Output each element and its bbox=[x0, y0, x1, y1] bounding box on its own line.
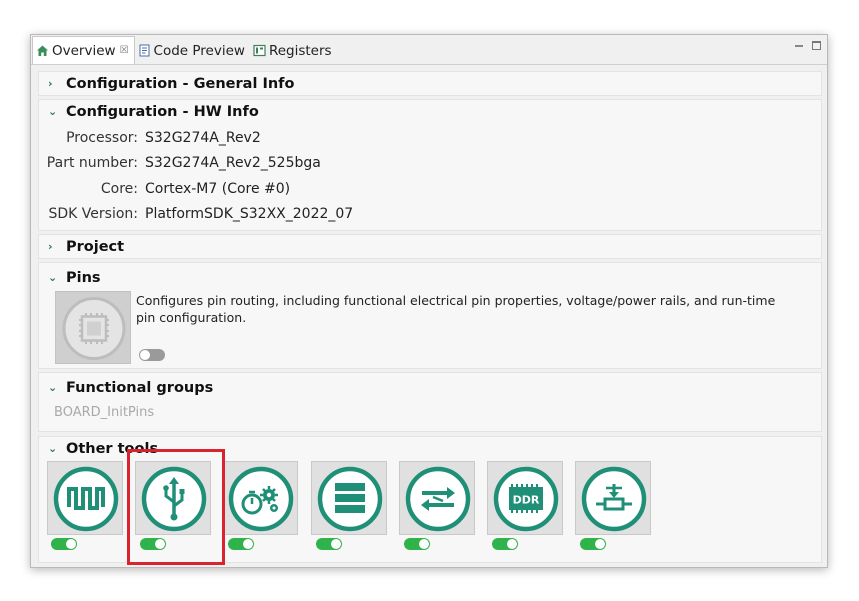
section-header-project[interactable]: › Project bbox=[39, 235, 821, 258]
section-title: Project bbox=[66, 238, 125, 255]
window-controls bbox=[795, 41, 821, 50]
section-functional-groups: ⌄ Functional groups BOARD_InitPins bbox=[38, 372, 822, 432]
section-title: Pins bbox=[66, 269, 101, 286]
tab-code-preview[interactable]: Code Preview bbox=[135, 37, 250, 64]
pins-tool-tile[interactable] bbox=[55, 291, 131, 364]
editor-tab-bar: Overview ☒ Code Preview Registers bbox=[31, 35, 827, 65]
tool-transfer[interactable] bbox=[399, 461, 475, 535]
sensor-resistor-icon bbox=[581, 466, 647, 532]
registers-icon bbox=[253, 44, 266, 57]
tab-registers[interactable]: Registers bbox=[250, 37, 337, 64]
chevron-down-icon: ⌄ bbox=[48, 105, 58, 118]
tool-timer[interactable] bbox=[222, 461, 298, 535]
timer-gears-icon bbox=[228, 466, 294, 532]
close-icon[interactable]: ☒ bbox=[120, 45, 129, 56]
section-hw-info: ⌄ Configuration - HW Info Processor: S32… bbox=[38, 99, 822, 231]
tab-overview[interactable]: Overview ☒ bbox=[32, 36, 135, 64]
clock-waveform-icon bbox=[53, 466, 119, 532]
field-value: S32G274A_Rev2 bbox=[145, 129, 261, 146]
highlight-box bbox=[127, 449, 225, 565]
chevron-down-icon: ⌄ bbox=[48, 271, 58, 284]
section-title: Configuration - HW Info bbox=[66, 103, 259, 120]
hw-row-part-number: Part number: S32G274A_Rev2_525bga bbox=[39, 151, 821, 177]
hw-row-processor: Processor: S32G274A_Rev2 bbox=[39, 125, 821, 151]
field-label: Processor: bbox=[66, 129, 138, 146]
section-header-functional-groups[interactable]: ⌄ Functional groups bbox=[39, 376, 821, 399]
tool-transfer-toggle[interactable] bbox=[404, 538, 430, 550]
pins-description: Configures pin routing, including functi… bbox=[136, 293, 776, 325]
section-pins: ⌄ Pins Configures pin routing, including… bbox=[38, 262, 822, 369]
ddr-chip-icon: DDR bbox=[493, 466, 559, 532]
field-value: PlatformSDK_S32XX_2022_07 bbox=[145, 206, 354, 223]
field-value: S32G274A_Rev2_525bga bbox=[145, 155, 321, 172]
section-header-general-info[interactable]: › Configuration - General Info bbox=[39, 72, 821, 95]
pins-enable-toggle[interactable] bbox=[139, 349, 165, 361]
tool-ddr[interactable]: DDR bbox=[487, 461, 563, 535]
bidirectional-arrows-icon bbox=[405, 466, 471, 532]
section-header-hw-info[interactable]: ⌄ Configuration - HW Info bbox=[39, 100, 821, 123]
code-file-icon bbox=[139, 44, 150, 57]
tool-stack-toggle[interactable] bbox=[316, 538, 342, 550]
tool-sensor-toggle[interactable] bbox=[580, 538, 606, 550]
chip-icon bbox=[62, 297, 126, 360]
section-project: › Project bbox=[38, 234, 822, 259]
tool-stack[interactable] bbox=[311, 461, 387, 535]
field-value: Cortex-M7 (Core #0) bbox=[145, 180, 291, 197]
tool-clock[interactable] bbox=[47, 461, 123, 535]
tab-code-preview-label: Code Preview bbox=[153, 42, 245, 59]
hw-row-sdk-version: SDK Version: PlatformSDK_S32XX_2022_07 bbox=[39, 202, 821, 228]
chevron-down-icon: ⌄ bbox=[48, 381, 58, 394]
home-icon bbox=[37, 45, 48, 56]
minimize-icon[interactable] bbox=[795, 45, 803, 48]
field-label: Part number: bbox=[46, 155, 138, 172]
functional-group-item[interactable]: BOARD_InitPins bbox=[39, 399, 821, 431]
tab-overview-label: Overview bbox=[52, 42, 116, 59]
field-label: SDK Version: bbox=[48, 206, 139, 223]
tab-registers-label: Registers bbox=[268, 42, 332, 59]
field-label: Core: bbox=[100, 180, 138, 197]
tool-sensor[interactable] bbox=[575, 461, 651, 535]
section-general-info: › Configuration - General Info bbox=[38, 71, 822, 96]
section-header-pins[interactable]: ⌄ Pins bbox=[39, 266, 821, 289]
section-title: Configuration - General Info bbox=[66, 75, 295, 92]
tool-ddr-toggle[interactable] bbox=[492, 538, 518, 550]
ddr-label: DDR bbox=[513, 494, 540, 507]
section-title: Functional groups bbox=[66, 379, 214, 396]
tool-clock-toggle[interactable] bbox=[51, 538, 77, 550]
chevron-down-icon: ⌄ bbox=[48, 442, 58, 455]
maximize-icon[interactable] bbox=[812, 41, 821, 50]
chevron-right-icon: › bbox=[48, 77, 53, 90]
tool-timer-toggle[interactable] bbox=[228, 538, 254, 550]
hw-row-core: Core: Cortex-M7 (Core #0) bbox=[39, 176, 821, 202]
chevron-right-icon: › bbox=[48, 240, 53, 253]
stack-layers-icon bbox=[317, 466, 383, 532]
